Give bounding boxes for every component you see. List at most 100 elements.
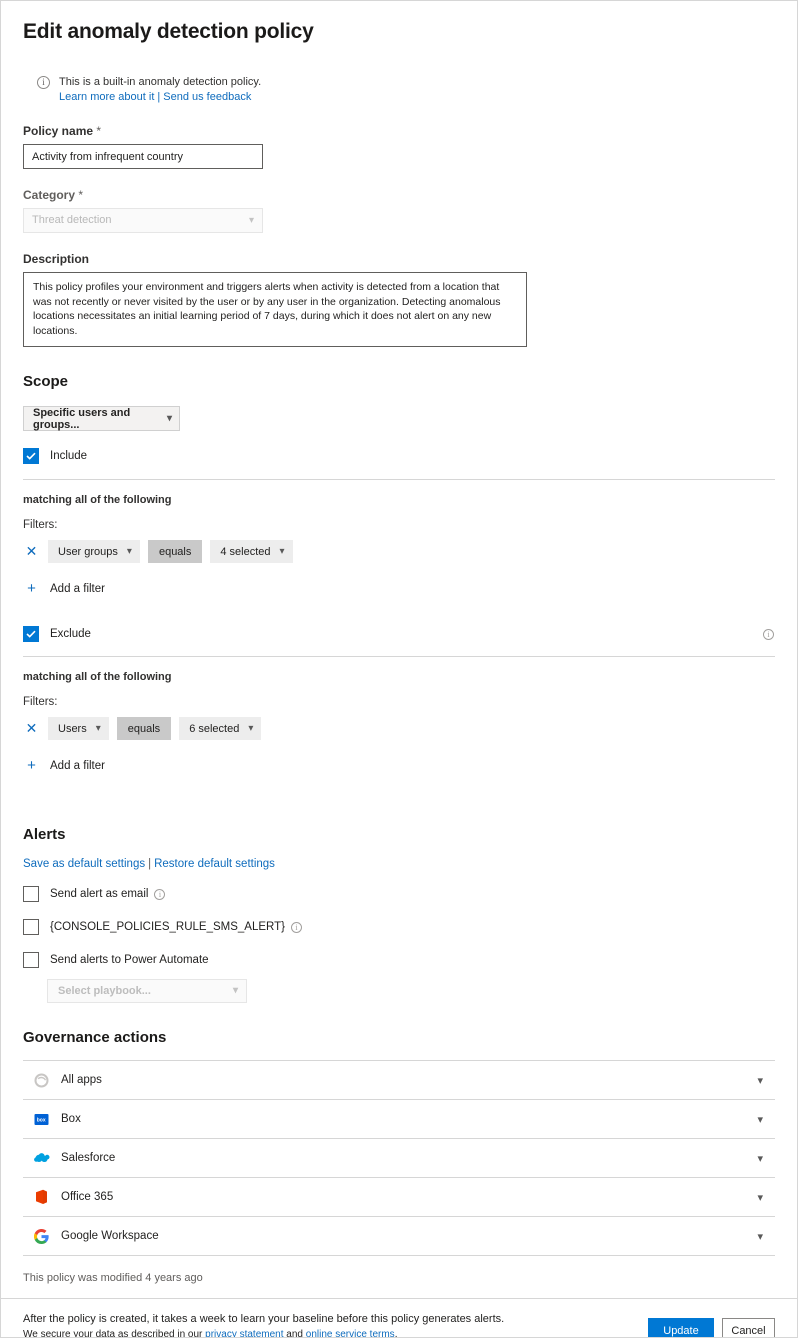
footer-note-mid: and xyxy=(283,1329,306,1338)
governance-row-google-workspace[interactable]: Google Workspace ▾ xyxy=(23,1217,775,1256)
box-icon: box xyxy=(33,1111,50,1128)
footer-note-line1: After the policy is created, it takes a … xyxy=(23,1313,505,1325)
include-filter-row: ✕ User groups ▾ equals 4 selected ▾ xyxy=(23,540,775,563)
include-filter-value-label: 4 selected xyxy=(220,545,271,558)
governance-row-office365[interactable]: Office 365 ▾ xyxy=(23,1178,775,1217)
include-filter-value[interactable]: 4 selected ▾ xyxy=(210,540,293,563)
restore-default-settings-link[interactable]: Restore default settings xyxy=(154,858,275,870)
exclude-filter-operator-label: equals xyxy=(127,722,161,735)
chevron-down-icon: ▾ xyxy=(166,412,172,424)
exclude-add-filter-label: Add a filter xyxy=(50,759,105,772)
governance-row-label: All apps xyxy=(61,1074,102,1086)
remove-filter-icon[interactable]: ✕ xyxy=(23,543,40,560)
power-automate-row[interactable]: Send alerts to Power Automate xyxy=(23,952,775,968)
builtin-policy-banner: i This is a built-in anomaly detection p… xyxy=(37,75,775,105)
plus-icon: + xyxy=(27,580,36,597)
exclude-matching-text: matching all of the following xyxy=(23,671,172,683)
include-matching-text: matching all of the following xyxy=(23,494,172,506)
policy-name-input[interactable] xyxy=(23,144,263,169)
exclude-filter-field-label: Users xyxy=(58,722,87,735)
chevron-down-icon[interactable]: ▾ xyxy=(757,1074,763,1087)
include-add-filter-button[interactable]: + Add a filter xyxy=(23,580,775,597)
footer-note-prefix: We secure your data as described in our xyxy=(23,1329,206,1338)
include-checkbox[interactable] xyxy=(23,448,39,464)
chevron-down-icon: ▾ xyxy=(95,722,101,734)
include-label: Include xyxy=(50,450,88,462)
google-workspace-icon xyxy=(33,1228,50,1245)
policy-name-label: Policy name xyxy=(23,124,775,138)
playbook-placeholder: Select playbook... xyxy=(58,985,151,997)
salesforce-icon xyxy=(33,1150,50,1167)
send-alert-email-info-icon[interactable]: i xyxy=(154,889,166,900)
governance-list: All apps ▾ box Box ▾ Salesforce ▾ Office… xyxy=(23,1060,775,1256)
footer-note-end: . xyxy=(394,1329,398,1338)
alerts-default-links: Save as default settings | Restore default… xyxy=(23,858,775,870)
governance-row-box[interactable]: box Box ▾ xyxy=(23,1100,775,1139)
category-select[interactable]: Threat detection ▾ xyxy=(23,208,263,233)
governance-row-label: Google Workspace xyxy=(61,1230,159,1242)
online-service-terms-link[interactable]: online service terms xyxy=(306,1329,395,1337)
exclude-label: Exclude xyxy=(50,628,91,640)
cancel-button[interactable]: Cancel xyxy=(722,1318,775,1337)
governance-row-label: Office 365 xyxy=(61,1191,114,1203)
chevron-down-icon[interactable]: ▾ xyxy=(757,1191,763,1204)
alerts-heading: Alerts xyxy=(23,826,66,843)
chevron-down-icon: ▾ xyxy=(279,545,285,557)
include-add-filter-label: Add a filter xyxy=(50,582,105,595)
exclude-filter-field[interactable]: Users ▾ xyxy=(48,717,109,740)
power-automate-label: Send alerts to Power Automate xyxy=(50,954,209,966)
governance-row-salesforce[interactable]: Salesforce ▾ xyxy=(23,1139,775,1178)
alerts-links-separator: | xyxy=(148,858,152,870)
update-button[interactable]: Update xyxy=(648,1318,714,1337)
include-filter-field[interactable]: User groups ▾ xyxy=(48,540,140,563)
scope-select-value: Specific users and groups... xyxy=(33,406,131,431)
svg-text:box: box xyxy=(37,1117,46,1123)
send-feedback-link[interactable]: Send us feedback xyxy=(163,91,251,103)
chevron-down-icon[interactable]: ▾ xyxy=(757,1152,763,1165)
governance-row-label: Box xyxy=(61,1113,81,1125)
info-icon: i xyxy=(37,76,50,89)
exclude-filter-row: ✕ Users ▾ equals 6 selected ▾ xyxy=(23,717,775,740)
remove-filter-icon[interactable]: ✕ xyxy=(23,720,40,737)
save-default-settings-link[interactable]: Save as default settings xyxy=(23,858,145,870)
send-alert-email-checkbox[interactable] xyxy=(23,886,39,902)
chevron-down-icon: ▾ xyxy=(232,985,238,996)
exclude-filter-operator[interactable]: equals xyxy=(116,717,172,740)
exclude-filter-value-label: 6 selected xyxy=(189,722,240,735)
sms-alert-info-icon[interactable]: i xyxy=(291,922,303,933)
chevron-down-icon: ▾ xyxy=(248,722,254,734)
governance-row-all-apps[interactable]: All apps ▾ xyxy=(23,1061,775,1100)
page-title: Edit anomaly detection policy xyxy=(23,20,314,43)
sms-alert-checkbox[interactable] xyxy=(23,919,39,935)
sms-alert-label: {CONSOLE_POLICIES_RULE_SMS_ALERT} xyxy=(50,921,286,933)
chevron-down-icon[interactable]: ▾ xyxy=(757,1230,763,1243)
playbook-select[interactable]: Select playbook... ▾ xyxy=(47,979,247,1003)
send-alert-email-row[interactable]: Send alert as email i xyxy=(23,886,775,902)
exclude-filter-value[interactable]: 6 selected ▾ xyxy=(179,717,262,740)
scope-select[interactable]: Specific users and groups... ▾ xyxy=(23,406,180,431)
description-label: Description xyxy=(23,252,90,266)
exclude-checkbox[interactable] xyxy=(23,626,39,642)
chevron-down-icon: ▾ xyxy=(126,545,132,557)
footer-note: After the policy is created, it takes a … xyxy=(23,1311,505,1338)
banner-text: This is a built-in anomaly detection pol… xyxy=(59,76,262,88)
banner-separator: | xyxy=(157,91,161,103)
power-automate-checkbox[interactable] xyxy=(23,952,39,968)
exclude-checkbox-row[interactable]: Exclude xyxy=(23,626,775,642)
include-filter-operator-label: equals xyxy=(158,545,192,558)
chevron-down-icon[interactable]: ▾ xyxy=(757,1113,763,1126)
exclude-info-icon[interactable]: i xyxy=(763,629,774,640)
learn-more-link[interactable]: Learn more about it xyxy=(59,91,154,103)
governance-heading: Governance actions xyxy=(23,1029,167,1046)
exclude-add-filter-button[interactable]: + Add a filter xyxy=(23,757,775,774)
include-filter-operator[interactable]: equals xyxy=(147,540,203,563)
sms-alert-row[interactable]: {CONSOLE_POLICIES_RULE_SMS_ALERT} i xyxy=(23,919,775,935)
include-checkbox-row[interactable]: Include xyxy=(23,448,775,464)
include-filter-field-label: User groups xyxy=(58,545,118,558)
plus-icon: + xyxy=(27,757,36,774)
description-textarea[interactable]: This policy profiles your environment an… xyxy=(23,272,527,347)
office365-icon xyxy=(33,1189,50,1206)
include-filters-label: Filters: xyxy=(23,519,58,531)
privacy-statement-link[interactable]: privacy statement xyxy=(205,1329,283,1337)
all-apps-icon xyxy=(33,1072,50,1089)
